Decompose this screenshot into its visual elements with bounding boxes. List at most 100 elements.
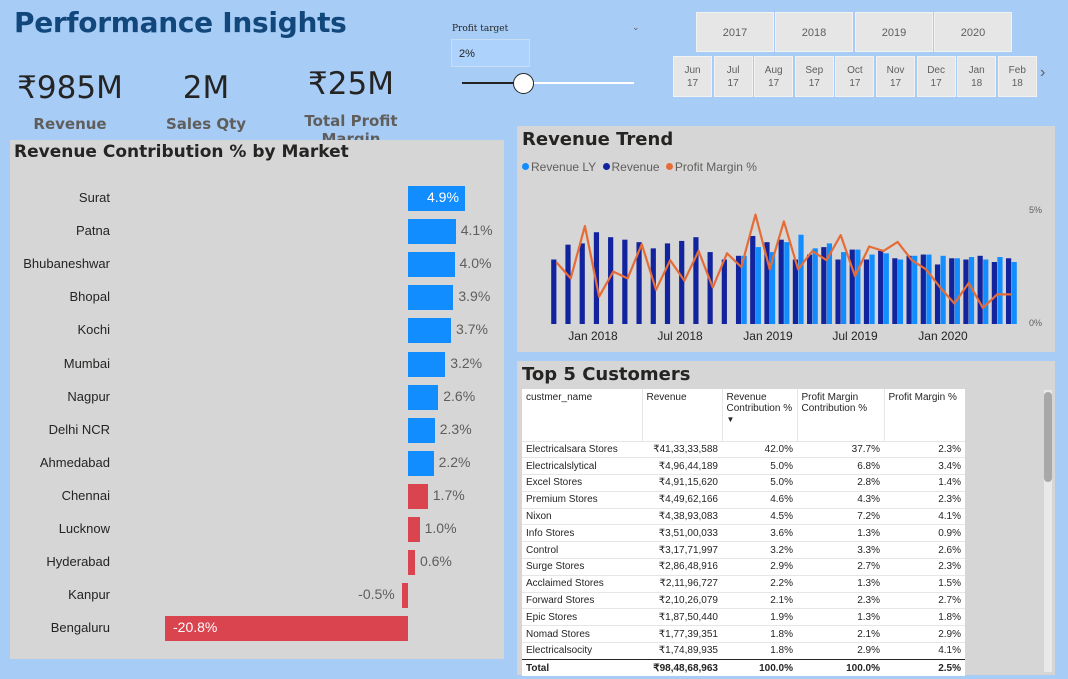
market-bar[interactable] bbox=[408, 252, 455, 278]
table-row[interactable]: Nomad Stores ₹1,77,39,351 1.8% 2.1% 2.9% bbox=[522, 625, 965, 643]
month-button[interactable]: Oct 17 bbox=[835, 56, 875, 97]
market-bar[interactable] bbox=[408, 483, 428, 509]
revenue-bar bbox=[721, 259, 727, 324]
revenue-bar bbox=[551, 259, 557, 324]
chevron-down-icon[interactable]: ⌄ bbox=[632, 22, 640, 33]
table-cell: 1.3% bbox=[797, 608, 884, 626]
market-label: Delhi NCR bbox=[48, 421, 110, 437]
month-button[interactable]: Sep 17 bbox=[794, 56, 834, 97]
market-bar[interactable] bbox=[408, 417, 435, 443]
table-cell: ₹1,77,39,351 bbox=[642, 625, 722, 643]
market-label: Hyderabad bbox=[46, 554, 110, 570]
customer-name-cell: Electricalsara Stores bbox=[522, 440, 642, 458]
table-cell: 1.3% bbox=[797, 574, 884, 593]
market-value-label: -20.8% bbox=[173, 619, 218, 636]
month-label: Aug bbox=[764, 65, 783, 76]
market-bar[interactable] bbox=[408, 219, 456, 245]
market-bar[interactable] bbox=[408, 550, 415, 576]
revenue-trend-chart: Jan 2018 Jul 2018 Jan 2019 Jul 2019 Jan 2020… bbox=[551, 205, 1042, 343]
column-header[interactable]: Profit Margin Contribution % bbox=[797, 389, 885, 441]
month-button[interactable]: Jan 18 bbox=[957, 56, 997, 97]
table-cell: 2.3% bbox=[797, 591, 884, 609]
market-value-label: 1.0% bbox=[424, 520, 457, 536]
column-header[interactable]: custmer_name bbox=[522, 389, 643, 441]
table-cell: ₹2,86,48,916 bbox=[642, 558, 722, 576]
month-year-label: 18 bbox=[971, 78, 983, 89]
table-row[interactable]: Electricalsocity ₹1,74,89,935 1.8% 2.9% 4.1% bbox=[522, 642, 965, 660]
revenue-bar bbox=[778, 239, 784, 324]
table-cell: 2.2% bbox=[722, 574, 797, 593]
market-value-label: -0.5% bbox=[358, 586, 395, 603]
table-cell: 2.6% bbox=[884, 541, 965, 559]
year-button[interactable]: 2019 bbox=[855, 12, 933, 52]
table-row[interactable]: Forward Stores ₹2,10,26,079 2.1% 2.3% 2.7% bbox=[522, 591, 965, 609]
legend-item-revenue-ly[interactable]: Revenue LY bbox=[522, 160, 596, 174]
column-header[interactable]: Revenue Contribution % ▼ bbox=[722, 389, 798, 441]
month-button[interactable]: Jun 17 bbox=[673, 56, 712, 97]
revenue-ly-bar bbox=[983, 259, 989, 324]
table-cell: 3.3% bbox=[797, 541, 884, 559]
customer-name-cell: Epic Stores bbox=[522, 608, 642, 626]
profit-target-slider-handle[interactable] bbox=[513, 73, 534, 94]
month-button[interactable]: Feb 18 bbox=[997, 56, 1037, 97]
table-row[interactable]: Info Stores ₹3,51,00,033 3.6% 1.3% 0.9% bbox=[522, 524, 965, 542]
y-axis-tick-label: 0% bbox=[1029, 318, 1042, 328]
column-header[interactable]: Profit Margin % bbox=[884, 389, 965, 441]
market-value-label: 2.2% bbox=[438, 453, 471, 470]
table-row[interactable]: Acclaimed Stores ₹2,11,96,727 2.2% 1.3% 1.5% bbox=[522, 574, 965, 593]
x-axis-tick-label: Jan 2019 bbox=[743, 329, 793, 343]
month-button[interactable]: Jul 17 bbox=[713, 56, 753, 97]
market-value-label: 2.6% bbox=[443, 387, 476, 404]
table-row[interactable]: Epic Stores ₹1,87,50,440 1.9% 1.3% 1.8% bbox=[522, 608, 965, 626]
market-value-label: 1.7% bbox=[432, 486, 465, 503]
revenue-ly-bar bbox=[897, 259, 904, 324]
table-row[interactable]: Surge Stores ₹2,86,48,916 2.9% 2.7% 2.3% bbox=[522, 558, 965, 576]
month-button[interactable]: Nov 17 bbox=[876, 56, 915, 97]
year-button[interactable]: 2020 bbox=[934, 12, 1012, 52]
table-scrollbar-thumb[interactable] bbox=[1044, 392, 1052, 482]
month-year-label: 17 bbox=[889, 78, 902, 89]
table-cell: 2.7% bbox=[884, 591, 965, 609]
table-row[interactable]: Control ₹3,17,71,997 3.2% 3.3% 2.6% bbox=[522, 541, 965, 559]
table-row[interactable]: Electricalsara Stores ₹41,33,33,588 42.0% 3… bbox=[522, 440, 965, 458]
market-value-label: 0.6% bbox=[419, 553, 452, 570]
table-cell: ₹3,17,71,997 bbox=[642, 541, 722, 559]
table-cell: ₹2,10,26,079 bbox=[642, 591, 722, 609]
revenue-bar bbox=[622, 239, 628, 324]
table-cell: 2.8% bbox=[797, 474, 884, 492]
market-bar[interactable] bbox=[408, 450, 434, 476]
market-label: Kochi bbox=[77, 322, 110, 338]
market-value-label: 3.9% bbox=[458, 288, 491, 305]
month-button[interactable]: Dec 17 bbox=[916, 56, 956, 97]
page-title: Performance Insights bbox=[14, 6, 347, 39]
revenue-ly-bar bbox=[798, 234, 804, 324]
market-bar[interactable] bbox=[408, 384, 439, 410]
profit-target-input[interactable]: 2% bbox=[451, 39, 530, 67]
table-row[interactable]: Premium Stores ₹4,49,62,166 4.6% 4.3% 2.3% bbox=[522, 490, 965, 509]
legend-item-profit-margin[interactable]: Profit Margin % bbox=[665, 160, 757, 174]
table-cell: 1.4% bbox=[884, 474, 965, 492]
column-header[interactable]: Revenue bbox=[642, 389, 723, 441]
table-cell: ₹41,33,33,588 bbox=[642, 440, 722, 458]
revenue-bar bbox=[750, 235, 756, 324]
legend-item-revenue[interactable]: Revenue bbox=[602, 160, 660, 174]
market-bar[interactable] bbox=[408, 517, 420, 542]
revenue-bar bbox=[949, 258, 955, 324]
table-cell: 5.0% bbox=[722, 457, 797, 475]
year-button[interactable]: 2018 bbox=[775, 12, 853, 52]
x-axis-tick-label: Jan 2018 bbox=[568, 329, 618, 343]
table-cell: 2.3% bbox=[884, 490, 965, 509]
market-bar[interactable] bbox=[402, 583, 408, 609]
table-cell: ₹1,87,50,440 bbox=[642, 608, 722, 626]
year-button[interactable]: 2017 bbox=[696, 12, 774, 52]
month-label: Jun bbox=[684, 65, 701, 76]
table-cell: 1.8% bbox=[884, 608, 965, 626]
market-bar[interactable] bbox=[408, 351, 446, 377]
market-bar[interactable] bbox=[408, 285, 454, 311]
chevron-right-icon[interactable]: › bbox=[1040, 64, 1045, 82]
month-button[interactable]: Aug 17 bbox=[754, 56, 794, 97]
table-row[interactable]: Nixon ₹4,38,93,083 4.5% 7.2% 4.1% bbox=[522, 507, 965, 525]
market-bar[interactable] bbox=[408, 318, 452, 344]
table-row[interactable]: Excel Stores ₹4,91,15,620 5.0% 2.8% 1.4% bbox=[522, 474, 965, 492]
table-row[interactable]: Electricalslytical ₹4,96,44,189 5.0% 6.8% 3.… bbox=[522, 457, 965, 475]
